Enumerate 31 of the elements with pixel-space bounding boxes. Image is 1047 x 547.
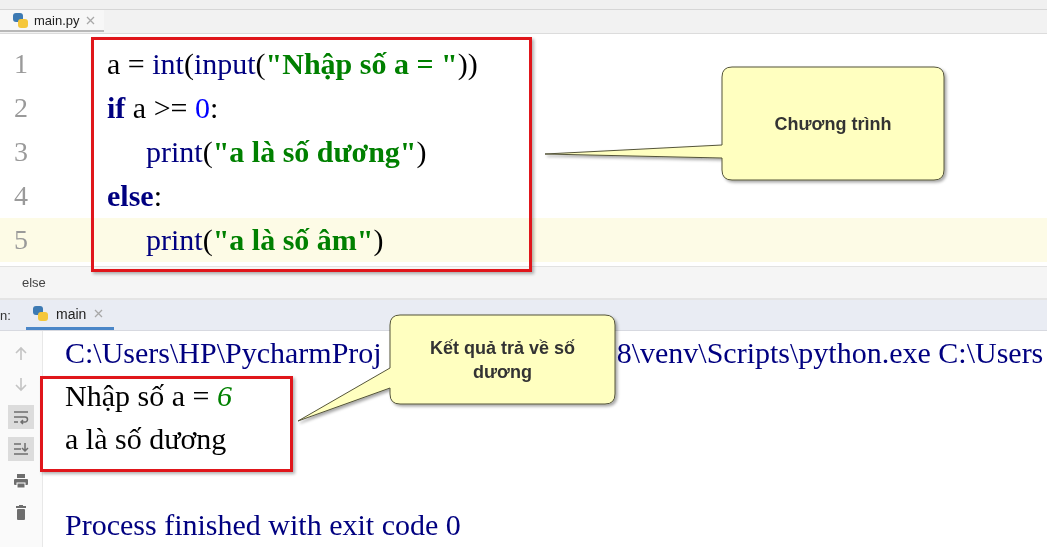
line-number: 4	[13, 180, 29, 212]
console-line: a là số dương	[65, 421, 227, 456]
toolbar-button[interactable]	[8, 405, 34, 429]
code-line: else:	[107, 179, 162, 213]
breadcrumb-item[interactable]: else	[22, 275, 46, 290]
code-line: if a >= 0:	[107, 91, 219, 125]
panel-label: n:	[0, 307, 12, 323]
trash-icon	[13, 505, 29, 521]
up-arrow-icon	[13, 345, 29, 361]
line-number: 3	[13, 136, 29, 168]
code-line: print("a là số dương")	[146, 135, 427, 169]
console-line: Process finished with exit code 0	[65, 507, 461, 542]
callout-text: Kết quả trả về số dương	[428, 336, 576, 384]
console-line: Nhập số a = 6	[65, 378, 232, 413]
soft-wrap-icon	[13, 409, 29, 425]
code-line: print("a là số âm")	[146, 223, 384, 257]
printer-icon	[13, 473, 29, 489]
close-icon	[93, 308, 105, 319]
run-tab[interactable]: main	[26, 300, 114, 330]
down-arrow-icon	[13, 377, 29, 393]
line-number: 2	[13, 92, 29, 124]
file-tab[interactable]: main.py	[0, 10, 104, 32]
scroll-to-end-icon	[13, 441, 29, 457]
line-number: 1	[13, 48, 29, 80]
line-number: 5	[13, 224, 29, 256]
console-text: 8\venv\Scripts\python.exe C:\Users	[616, 335, 1044, 370]
console-text: C:\Users\HP\PycharmProj	[65, 335, 382, 370]
toolbar-button[interactable]	[8, 437, 34, 461]
callout-text: Chương trình	[774, 112, 892, 136]
code-line: a = int(input("Nhập số a = "))	[107, 47, 478, 81]
close-icon	[84, 14, 96, 26]
